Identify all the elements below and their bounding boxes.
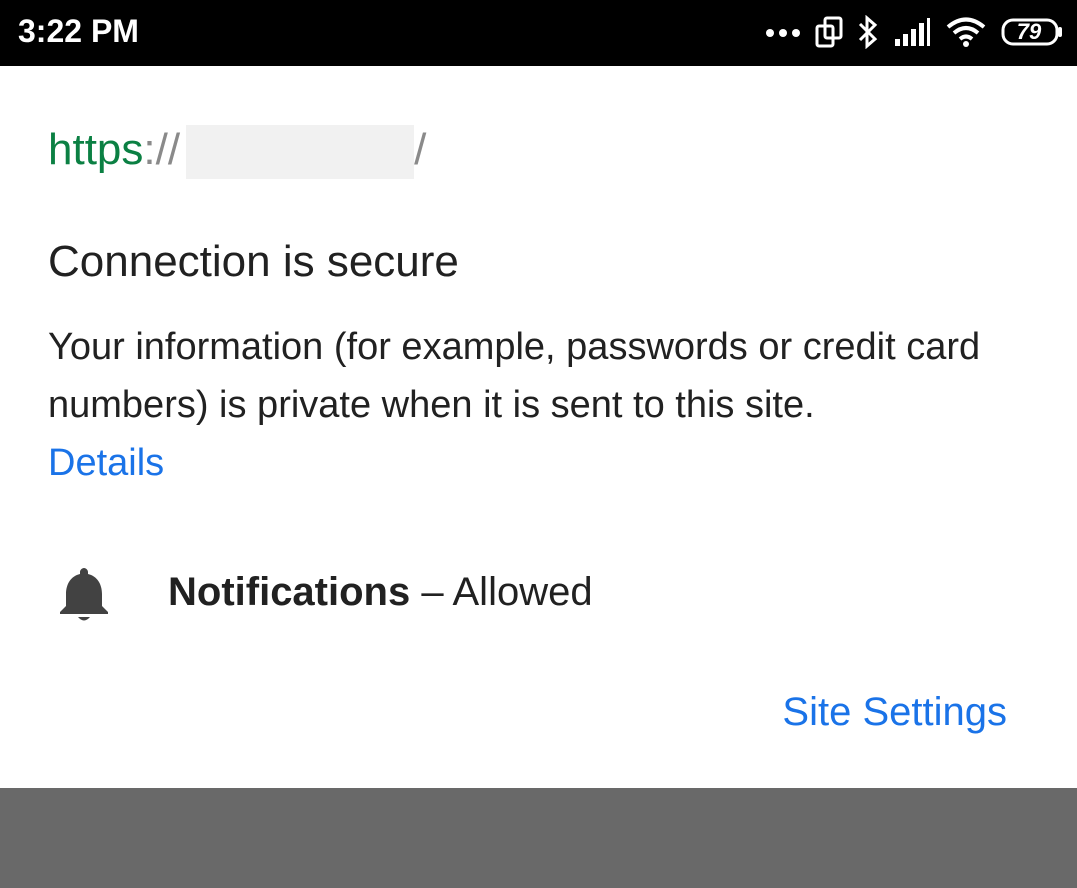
signal-icon: [893, 17, 931, 47]
permission-name: Notifications: [168, 570, 411, 614]
bell-icon: [56, 564, 112, 624]
battery-icon: 79: [1001, 18, 1063, 46]
more-dots-icon: [765, 26, 801, 38]
site-url: https:// /: [48, 124, 426, 184]
url-trailing-slash: /: [414, 125, 427, 174]
permission-status: Allowed: [452, 570, 593, 614]
wifi-icon: [945, 16, 987, 48]
page-info-panel: https:// / Connection is secure Your info…: [0, 66, 1077, 788]
url-separator: ://: [143, 125, 181, 174]
background-scrim[interactable]: [0, 788, 1077, 888]
connection-title: Connection is secure: [48, 237, 459, 286]
status-time: 3:22 PM: [18, 13, 139, 49]
connection-description: Your information (for example, passwords…: [48, 326, 981, 426]
url-scheme: https: [48, 125, 144, 174]
status-bar: 3:22 PM 79: [0, 0, 1077, 66]
details-link[interactable]: Details: [48, 434, 164, 492]
permission-separator: –: [410, 570, 453, 614]
status-icons: 79: [765, 14, 1063, 50]
permission-notifications-row[interactable]: Notifications – Allowed: [56, 562, 756, 626]
url-host-redacted: [186, 125, 415, 180]
site-settings-button[interactable]: Site Settings: [782, 684, 1007, 740]
bluetooth-icon: [857, 15, 879, 49]
battery-level: 79: [1016, 19, 1042, 44]
rotate-icon: [815, 16, 843, 48]
permission-text: Notifications – Allowed: [168, 564, 593, 620]
